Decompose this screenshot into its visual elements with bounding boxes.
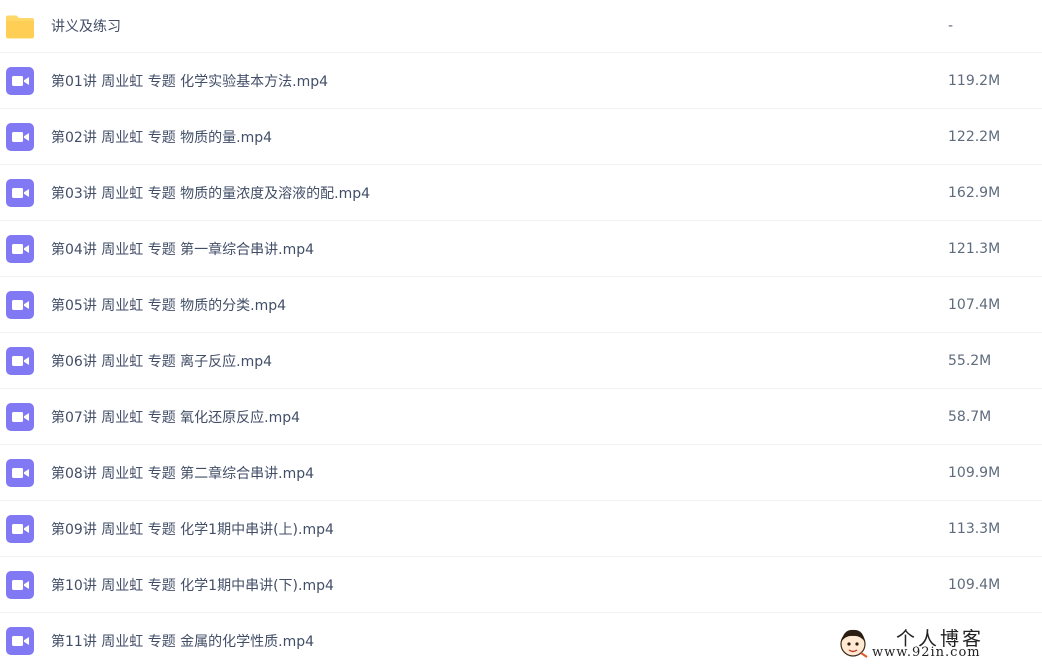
video-file-icon (6, 627, 34, 655)
file-size: 122.2M (948, 128, 1001, 145)
file-name: 第06讲 周业虹 专题 离子反应.mp4 (51, 353, 273, 370)
file-name: 第09讲 周业虹 专题 化学1期中串讲(上).mp4 (51, 521, 334, 538)
file-row[interactable]: 第04讲 周业虹 专题 第一章综合串讲.mp4 121.3M (0, 221, 1042, 277)
mascot-icon (840, 629, 868, 658)
folder-size: - (948, 18, 954, 34)
video-file-icon (6, 514, 34, 543)
file-name: 第07讲 周业虹 专题 氧化还原反应.mp4 (51, 409, 301, 426)
folder-name: 讲义及练习 (51, 19, 121, 35)
file-list: 讲义及练习 - 第01讲 周业虹 专题 化学实验基本方法.mp4 119.2M … (0, 0, 1042, 669)
file-size: 109.4M (948, 576, 1001, 593)
video-file-icon (6, 66, 34, 95)
file-row[interactable]: 第08讲 周业虹 专题 第二章综合串讲.mp4 109.9M (0, 445, 1042, 501)
video-file-icon (6, 458, 34, 487)
video-file-icon (6, 234, 34, 263)
video-file-icon (6, 178, 34, 207)
file-size: 121.3M (948, 240, 1001, 257)
file-row[interactable]: 第09讲 周业虹 专题 化学1期中串讲(上).mp4 113.3M (0, 501, 1042, 557)
file-size: 113.3M (948, 520, 1001, 537)
file-size: 162.9M (948, 184, 1001, 201)
video-file-icon (6, 570, 34, 599)
file-size: 58.7M (948, 408, 992, 425)
video-file-icon (6, 290, 34, 319)
file-name: 第01讲 周业虹 专题 化学实验基本方法.mp4 (51, 73, 329, 90)
file-name: 第08讲 周业虹 专题 第二章综合串讲.mp4 (51, 465, 315, 482)
file-name: 第04讲 周业虹 专题 第一章综合串讲.mp4 (51, 241, 315, 258)
file-name: 第11讲 周业虹 专题 金属的化学性质.mp4 (51, 634, 315, 650)
file-row[interactable]: 第02讲 周业虹 专题 物质的量.mp4 122.2M (0, 109, 1042, 165)
file-size: 55.2M (948, 352, 992, 369)
watermark-url: www.92in.com (872, 645, 981, 660)
video-file-icon (6, 346, 34, 375)
file-name: 第05讲 周业虹 专题 物质的分类.mp4 (51, 297, 287, 314)
file-size: 119.2M (948, 72, 1001, 89)
file-row[interactable]: 第10讲 周业虹 专题 化学1期中串讲(下).mp4 109.4M (0, 557, 1042, 613)
file-size: 109.9M (948, 464, 1001, 481)
file-row[interactable]: 第07讲 周业虹 专题 氧化还原反应.mp4 58.7M (0, 389, 1042, 445)
file-name: 第02讲 周业虹 专题 物质的量.mp4 (51, 129, 273, 146)
file-name: 第10讲 周业虹 专题 化学1期中串讲(下).mp4 (51, 577, 334, 594)
file-row[interactable]: 第03讲 周业虹 专题 物质的量浓度及溶液的配.mp4 162.9M (0, 165, 1042, 221)
video-file-icon (6, 402, 34, 431)
video-file-icon (6, 122, 34, 151)
file-row[interactable]: 第06讲 周业虹 专题 离子反应.mp4 55.2M (0, 333, 1042, 389)
file-row[interactable]: 第05讲 周业虹 专题 物质的分类.mp4 107.4M (0, 277, 1042, 333)
file-name: 第03讲 周业虹 专题 物质的量浓度及溶液的配.mp4 (51, 185, 371, 202)
watermark: 个人博客 www.92in.com (836, 624, 1028, 664)
folder-row[interactable]: 讲义及练习 - (0, 0, 1042, 53)
file-row[interactable]: 第01讲 周业虹 专题 化学实验基本方法.mp4 119.2M (0, 53, 1042, 109)
file-size: 107.4M (948, 296, 1001, 313)
folder-icon (6, 15, 34, 39)
